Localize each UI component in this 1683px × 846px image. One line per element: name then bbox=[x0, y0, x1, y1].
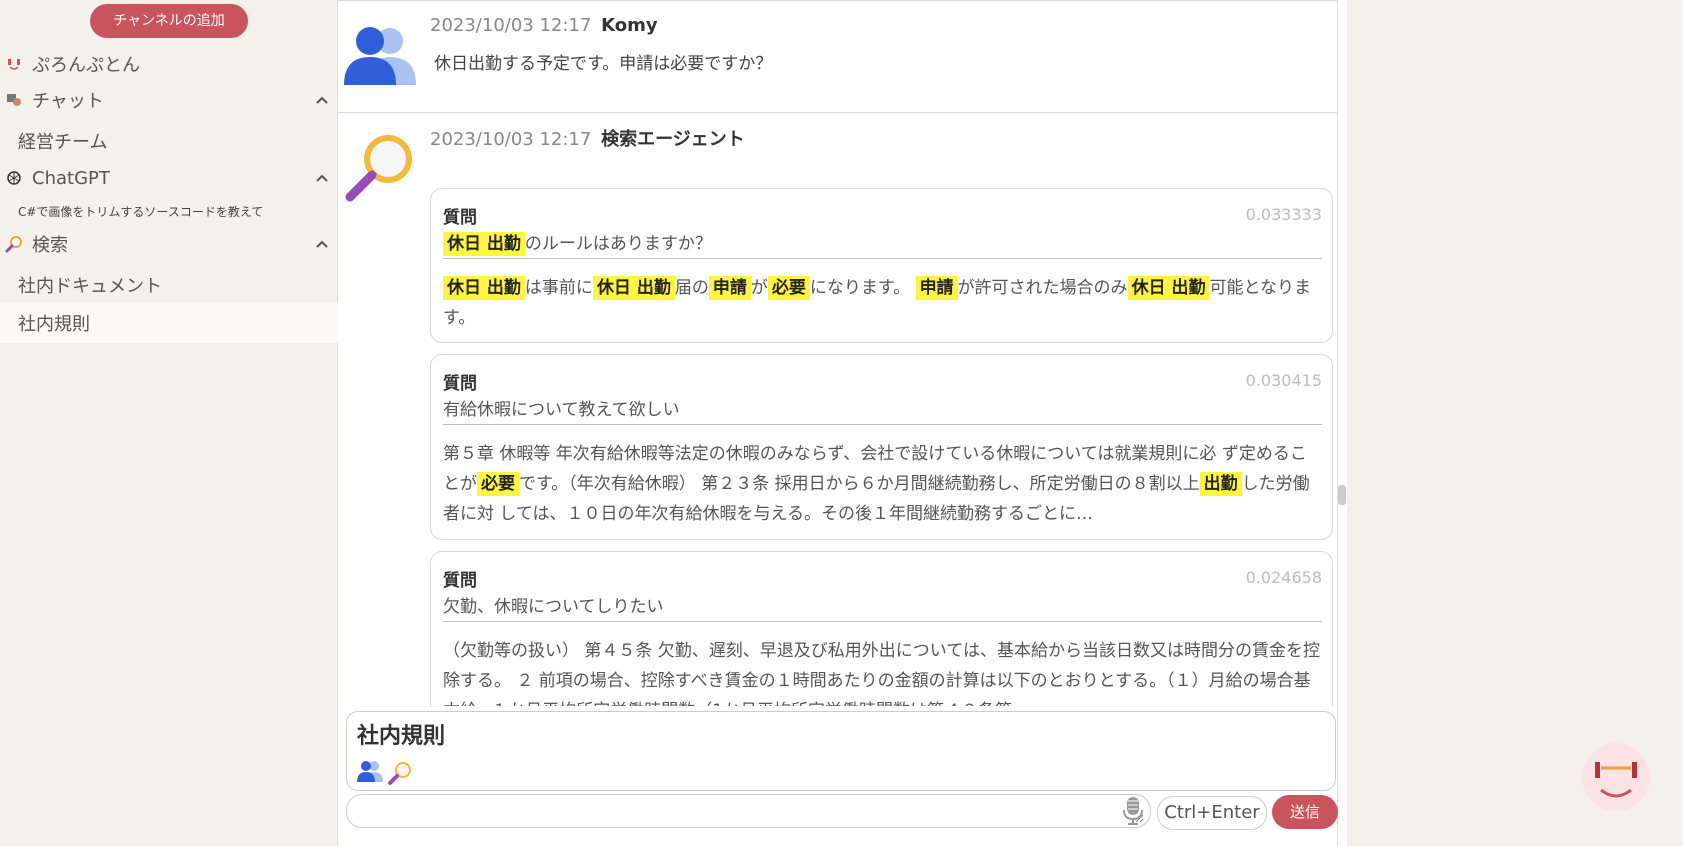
keyword-highlight: 休日 出勤 bbox=[1127, 276, 1210, 300]
keyword-highlight: 休日 出勤 bbox=[443, 232, 525, 256]
answer-text: 休日 出勤 は事前に 休日 出勤 届の 申請が必要 になります。 申請 が許可された場合のみ… bbox=[443, 273, 1322, 333]
sidebar-item-label: チャット bbox=[32, 91, 104, 112]
chevron-up-icon[interactable] bbox=[314, 92, 330, 108]
channel-agent-icons bbox=[357, 760, 413, 786]
channel-title: 社内規則 bbox=[357, 724, 446, 749]
keyword-highlight: 出勤 bbox=[1199, 472, 1242, 496]
add-channel-button[interactable]: チャンネルの追加 bbox=[90, 4, 248, 38]
message-header: 2023/10/03 12:17 検索エージェント bbox=[430, 125, 745, 151]
similarity-score: 0.033333 bbox=[1245, 205, 1322, 224]
message-header: 2023/10/03 12:17 Komy bbox=[430, 15, 658, 36]
question-text-part: のルールはありますか？ bbox=[524, 234, 712, 254]
question-text: 有給休暇について教えて欲しい bbox=[443, 395, 1322, 425]
sidebar-item-chatgpt[interactable]: ChatGPT bbox=[0, 164, 338, 192]
sidebar-item-label: ぷろんぷとん bbox=[32, 55, 140, 76]
sidebar-item-internal-rules[interactable]: 社内規則 bbox=[0, 303, 338, 343]
search-result-card[interactable]: 質問 0.024658 欠勤、休暇についてしりたい （欠勤等の扱い） 第４５条 … bbox=[430, 551, 1333, 706]
face-icon bbox=[5, 55, 23, 73]
search-result-card[interactable]: 質問 0.030415 有給休暇について教えて欲しい 第５章 休暇等 年次有給休… bbox=[430, 354, 1333, 540]
search-agent-avatar-icon bbox=[345, 135, 412, 202]
answer-text-part: が bbox=[750, 278, 768, 298]
search-result-card[interactable]: 質問 0.033333 休日 出勤 のルールはありますか？ 休日 出勤 は事前に 休日… bbox=[430, 188, 1333, 343]
question-label: 質問 bbox=[443, 571, 477, 591]
sidebar-item-label: ChatGPT bbox=[32, 167, 110, 189]
answer-text-part: になります。 bbox=[809, 278, 911, 298]
send-shortcut-toggle[interactable]: Ctrl+Enter bbox=[1157, 796, 1267, 830]
question-text: 休日 出勤 のルールはありますか？ bbox=[443, 229, 1322, 259]
question-text: 欠勤、休暇についてしりたい bbox=[443, 592, 1322, 622]
answer-text: 第５章 休暇等 年次有給休暇等法定の休暇のみならず、会社で設けている休暇について… bbox=[443, 439, 1322, 529]
mascot-icon[interactable] bbox=[1581, 742, 1651, 812]
question-label: 質問 bbox=[443, 208, 477, 228]
sidebar-item-internal-docs[interactable]: 社内ドキュメント bbox=[0, 270, 338, 300]
chevron-up-icon[interactable] bbox=[314, 170, 330, 186]
sidebar-item-chat[interactable]: チャット bbox=[0, 86, 338, 114]
message-author: 検索エージェント bbox=[601, 129, 745, 150]
sidebar-item-label: 検索 bbox=[32, 235, 68, 256]
microphone-icon[interactable] bbox=[1121, 796, 1145, 826]
message-input[interactable] bbox=[346, 794, 1151, 828]
similarity-score: 0.024658 bbox=[1245, 568, 1322, 587]
question-label: 質問 bbox=[443, 374, 477, 394]
answer-text-part: が許可された場合のみ bbox=[957, 278, 1128, 298]
answer-text-part: 届の bbox=[674, 278, 709, 298]
search-agent-icon[interactable] bbox=[387, 760, 413, 786]
openai-icon bbox=[5, 169, 23, 187]
answer-text-part: は事前に bbox=[524, 278, 593, 298]
answer-text: （欠勤等の扱い） 第４５条 欠勤、遅刻、早退及び私用外出については、基本給から当… bbox=[443, 641, 1320, 706]
sidebar-item-purompton[interactable]: ぷろんぷとん bbox=[0, 50, 338, 78]
message-list[interactable]: 2023/10/03 12:17 Komy 休日出勤する予定です。申請は必要です… bbox=[338, 0, 1338, 706]
keyword-highlight: 休日 出勤 bbox=[592, 276, 675, 300]
keyword-highlight: 休日 出勤 bbox=[443, 276, 525, 300]
right-panel bbox=[1347, 0, 1683, 846]
search-icon bbox=[5, 235, 23, 253]
chevron-up-icon[interactable] bbox=[314, 236, 330, 252]
keyword-highlight: 申請 bbox=[708, 276, 751, 300]
similarity-score: 0.030415 bbox=[1245, 371, 1322, 390]
message-timestamp: 2023/10/03 12:17 bbox=[430, 15, 592, 36]
sidebar: チャンネルの追加 ぷろんぷとん チャット 経営チーム ChatGPT C#で画像… bbox=[0, 0, 338, 846]
keyword-highlight: 必要 bbox=[477, 472, 519, 496]
scrollbar-thumb[interactable] bbox=[1338, 485, 1346, 505]
message-timestamp: 2023/10/03 12:17 bbox=[430, 129, 592, 150]
send-button[interactable]: 送信 bbox=[1272, 795, 1338, 829]
message-author: Komy bbox=[601, 15, 658, 36]
message-text: 休日出勤する予定です。申請は必要ですか？ bbox=[434, 54, 773, 74]
users-icon[interactable] bbox=[357, 760, 383, 782]
keyword-highlight: 申請 bbox=[915, 276, 958, 300]
sidebar-item-management-team[interactable]: 経営チーム bbox=[0, 126, 338, 156]
user-avatar-icon bbox=[344, 27, 416, 85]
chat-icon bbox=[5, 91, 23, 109]
keyword-highlight: 必要 bbox=[767, 276, 810, 300]
sidebar-item-csharp-trim[interactable]: C#で画像をトリムするソースコードを教えて bbox=[0, 200, 338, 222]
answer-text-part: です。（年次有給休暇） 第２３条 採用日から６か月間継続勤務し、所定労働日の８割… bbox=[519, 474, 1200, 494]
sidebar-item-search[interactable]: 検索 bbox=[0, 230, 338, 258]
channel-selector-box: 社内規則 bbox=[346, 711, 1336, 791]
message-divider bbox=[338, 112, 1338, 113]
